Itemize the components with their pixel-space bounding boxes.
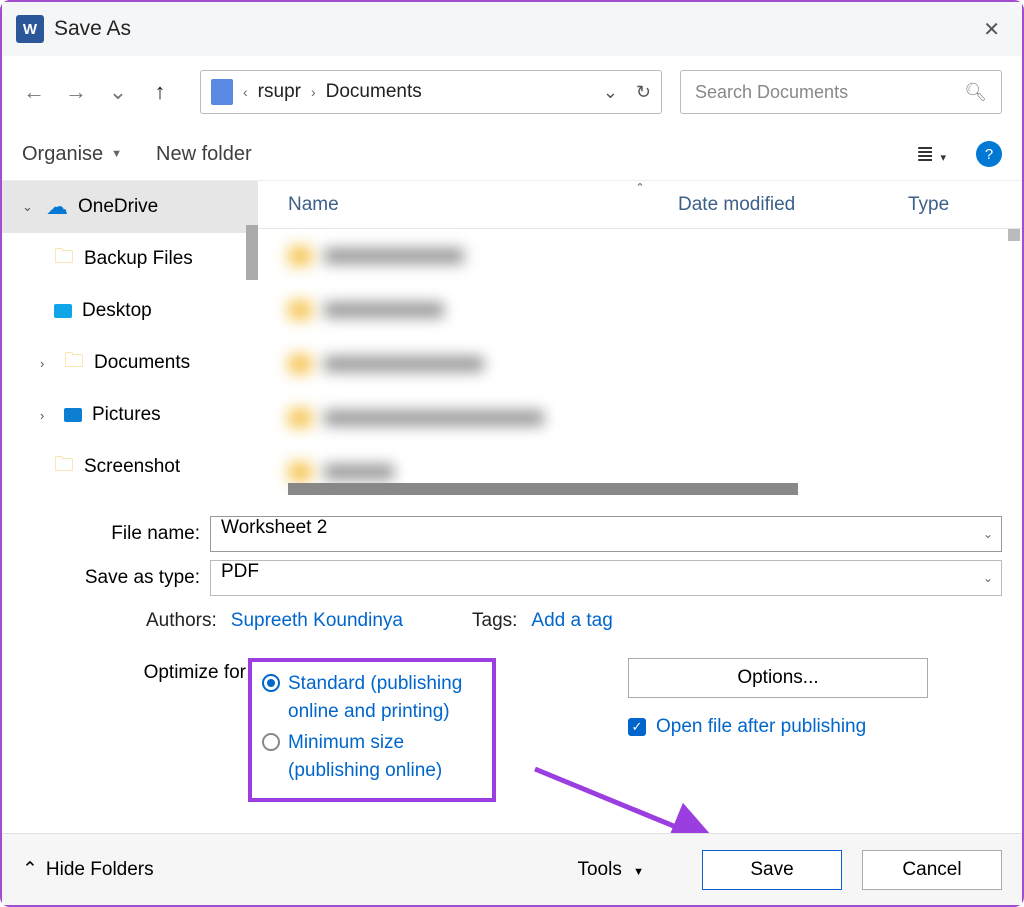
- tree-scrollbar[interactable]: [246, 225, 258, 280]
- tree-label: OneDrive: [78, 196, 158, 218]
- list-item[interactable]: [258, 283, 1022, 337]
- chevron-right-icon: ›: [40, 408, 54, 423]
- folder-icon: 🗀: [54, 450, 74, 484]
- toolbar: Organise ▼ New folder ≣ ▾ ?: [2, 128, 1022, 180]
- chevron-right-icon: ›: [311, 84, 316, 100]
- column-type[interactable]: Type: [908, 194, 1022, 216]
- save-type-select[interactable]: PDF ⌄: [210, 560, 1002, 596]
- tree-item-documents[interactable]: › 🗀 Documents: [2, 337, 258, 389]
- chevron-down-icon: ⌄: [22, 199, 36, 215]
- tree-label: Pictures: [92, 404, 161, 426]
- hide-folders-label: Hide Folders: [46, 859, 154, 881]
- location-icon: [211, 79, 233, 105]
- refresh-icon[interactable]: ↻: [636, 82, 651, 103]
- window-title: Save As: [54, 17, 975, 41]
- tree-label: Backup Files: [84, 248, 193, 270]
- tree-label: Documents: [94, 352, 190, 374]
- radio-standard[interactable]: Standard (publishing online and printing…: [262, 670, 482, 725]
- chevron-down-icon: ▼: [633, 866, 644, 878]
- sort-indicator-icon: ⌃: [635, 181, 644, 194]
- organise-label: Organise: [22, 143, 103, 166]
- search-input[interactable]: [695, 82, 954, 103]
- back-icon[interactable]: ←: [22, 79, 46, 105]
- word-app-icon: W: [16, 15, 44, 43]
- horizontal-scrollbar[interactable]: [288, 483, 798, 495]
- file-list: ⌃ Name Date modified Type: [258, 181, 1022, 498]
- tags-label: Tags:: [472, 610, 517, 632]
- folder-tree: ⌄ ☁ OneDrive 🗀 Backup Files Desktop › 🗀 …: [2, 181, 258, 498]
- save-type-value: PDF: [221, 561, 259, 582]
- bottom-bar: ⌃ Hide Folders Tools ▼ Save Cancel: [2, 833, 1022, 905]
- chevron-down-icon[interactable]: ⌄: [983, 527, 993, 541]
- open-after-checkbox[interactable]: ✓ Open file after publishing: [628, 716, 1002, 738]
- open-after-label: Open file after publishing: [656, 716, 866, 738]
- column-name[interactable]: Name: [258, 194, 678, 216]
- desktop-icon: [54, 304, 72, 318]
- filename-input[interactable]: Worksheet 2 ⌄: [210, 516, 1002, 552]
- address-bar[interactable]: ‹ rsupr › Documents ⌄ ↻: [200, 70, 662, 114]
- save-type-label: Save as type:: [22, 567, 210, 589]
- breadcrumb-current[interactable]: Documents: [326, 81, 422, 103]
- pictures-icon: [64, 408, 82, 422]
- folder-icon: 🗀: [54, 242, 74, 276]
- optimize-label: Optimize for: [22, 658, 246, 684]
- tree-label: Screenshot: [84, 456, 180, 478]
- chevron-up-icon: ⌃: [22, 858, 38, 881]
- close-icon[interactable]: ✕: [975, 17, 1008, 42]
- tags-value[interactable]: Add a tag: [531, 610, 612, 632]
- chevron-down-icon: ▼: [111, 148, 122, 160]
- filename-value: Worksheet 2: [221, 517, 327, 538]
- tools-menu[interactable]: Tools ▼: [577, 859, 644, 881]
- optimize-highlight-box: Standard (publishing online and printing…: [248, 658, 496, 802]
- file-browser: ⌄ ☁ OneDrive 🗀 Backup Files Desktop › 🗀 …: [2, 180, 1022, 498]
- navigation-bar: ← → ⌄ ↑ ‹ rsupr › Documents ⌄ ↻ 🔍︎: [2, 56, 1022, 128]
- title-bar: W Save As ✕: [2, 2, 1022, 56]
- hide-folders-button[interactable]: ⌃ Hide Folders: [22, 858, 154, 881]
- tree-item-screenshot[interactable]: 🗀 Screenshot: [2, 441, 258, 493]
- radio-minimum-label: Minimum size (publishing online): [288, 729, 482, 784]
- radio-icon: [262, 733, 280, 751]
- chevron-down-icon[interactable]: ⌄: [603, 82, 618, 103]
- up-icon[interactable]: ↑: [148, 79, 172, 105]
- chevron-down-icon[interactable]: ⌄: [983, 571, 993, 585]
- forward-icon[interactable]: →: [64, 79, 88, 105]
- radio-icon: [262, 674, 280, 692]
- save-form: File name: Worksheet 2 ⌄ Save as type: P…: [2, 498, 1022, 802]
- list-item[interactable]: [258, 337, 1022, 391]
- column-date[interactable]: Date modified: [678, 194, 908, 216]
- chevron-left-icon: ‹: [243, 84, 248, 100]
- checkbox-icon: ✓: [628, 718, 646, 736]
- list-item[interactable]: [258, 229, 1022, 283]
- tree-item-desktop[interactable]: Desktop: [2, 285, 258, 337]
- search-box[interactable]: 🔍︎: [680, 70, 1002, 114]
- radio-minimum[interactable]: Minimum size (publishing online): [262, 729, 482, 784]
- save-button[interactable]: Save: [702, 850, 842, 890]
- authors-value[interactable]: Supreeth Koundinya: [231, 610, 403, 632]
- tools-label: Tools: [577, 859, 621, 880]
- filename-label: File name:: [22, 523, 210, 545]
- new-folder-button[interactable]: New folder: [156, 143, 252, 166]
- options-button[interactable]: Options...: [628, 658, 928, 698]
- list-item[interactable]: [258, 391, 1022, 445]
- search-icon[interactable]: 🔍︎: [964, 82, 987, 103]
- radio-standard-label: Standard (publishing online and printing…: [288, 670, 482, 725]
- recent-dropdown-icon[interactable]: ⌄: [106, 79, 130, 105]
- authors-label: Authors:: [146, 610, 217, 632]
- organise-menu[interactable]: Organise ▼: [22, 143, 122, 166]
- cloud-icon: ☁: [46, 194, 68, 220]
- chevron-right-icon: ›: [40, 356, 54, 371]
- breadcrumb-parent[interactable]: rsupr: [258, 81, 301, 103]
- tree-item-onedrive[interactable]: ⌄ ☁ OneDrive: [2, 181, 258, 233]
- folder-icon: 🗀: [64, 346, 84, 380]
- help-icon[interactable]: ?: [976, 141, 1002, 167]
- tree-item-pictures[interactable]: › Pictures: [2, 389, 258, 441]
- tree-label: Desktop: [82, 300, 152, 322]
- view-mode-button[interactable]: ≣ ▾: [916, 141, 946, 167]
- cancel-button[interactable]: Cancel: [862, 850, 1002, 890]
- tree-item-backup[interactable]: 🗀 Backup Files: [2, 233, 258, 285]
